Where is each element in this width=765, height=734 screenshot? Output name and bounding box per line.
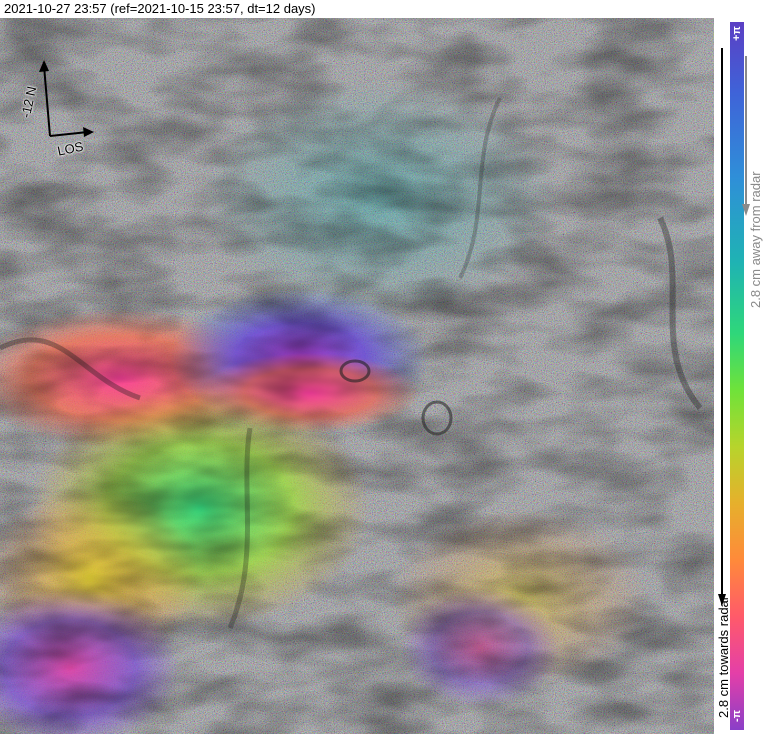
interferogram-image: -12 N LOS [0, 18, 714, 734]
away-from-radar-label: 2.8 cm away from radar [748, 171, 763, 308]
direction-arrow-icon [718, 48, 726, 606]
compass: -12 N LOS [18, 58, 100, 168]
colorbar-top-label: +π [731, 26, 743, 41]
colorbar-bottom-label: -π [731, 709, 743, 723]
colorbar-panel: +π -π 2.8 cm away from radar 2.8 cm towa… [714, 18, 765, 734]
interferogram-drawing [0, 18, 714, 734]
north-arrow-icon [39, 60, 51, 137]
image-title: 2021-10-27 23:57 (ref=2021-10-15 23:57, … [4, 1, 316, 16]
los-arrow-icon [49, 127, 94, 137]
towards-radar-label: 2.8 cm towards radar [716, 595, 731, 718]
